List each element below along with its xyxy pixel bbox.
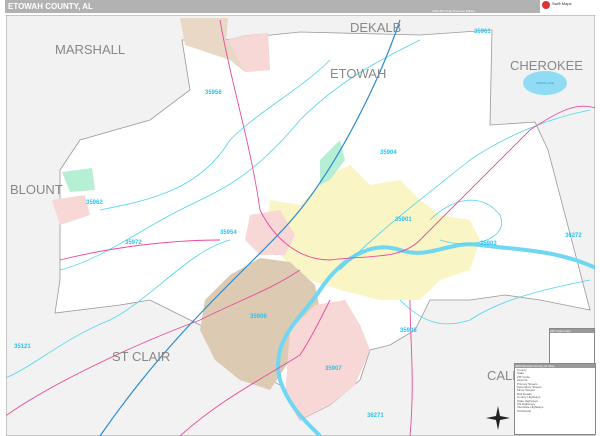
zip-label: 35962 xyxy=(86,200,103,206)
map-title: ETOWAH COUNTY, AL xyxy=(8,2,93,11)
county-label-st-clair: ST CLAIR xyxy=(112,349,170,364)
county-label-marshall: MARSHALL xyxy=(55,42,125,57)
zip-index-panel: ZIP Code Index xyxy=(549,328,595,364)
publisher-logo: Swift Maps xyxy=(540,0,595,13)
zip-label: 35905 xyxy=(400,328,417,334)
logo-icon xyxy=(542,1,550,9)
county-label-etowah: ETOWAH xyxy=(330,66,386,81)
edition-label: 2020 ZIP Code Premium Edition xyxy=(432,9,475,13)
zip-label: 35904 xyxy=(380,150,397,156)
zip-index-title: ZIP Code Index xyxy=(550,329,594,333)
zip-label: 36272 xyxy=(565,233,582,239)
county-label-dekalb: DEKALB xyxy=(350,20,401,35)
county-map[interactable]: MARSHALL DEKALB ETOWAH CHEROKEE BLOUNT S… xyxy=(6,15,595,436)
zip-label: 35903 xyxy=(480,241,497,247)
zip-label: 36271 xyxy=(367,413,384,419)
legend-row: Toll Roads xyxy=(517,408,532,413)
zip-label: 35961 xyxy=(474,29,491,35)
map-legend: 2020 Etowah County, AL Map County State … xyxy=(514,363,596,435)
zip-label: 35972 xyxy=(125,240,142,246)
zip-label: 35121 xyxy=(14,344,31,350)
zip-label: 35956 xyxy=(205,90,222,96)
county-label-cherokee: CHEROKEE xyxy=(510,58,583,73)
county-label-blount: BLOUNT xyxy=(10,182,63,197)
map-header: ETOWAH COUNTY, AL 2020 ZIP Code Premium … xyxy=(5,0,595,13)
zip-label: 35901 xyxy=(395,217,412,223)
lake-label: WEISS LAKE xyxy=(536,81,554,85)
logo-text: Swift Maps xyxy=(552,1,572,6)
zip-label: 35906 xyxy=(250,314,267,320)
zip-label: 35954 xyxy=(220,230,237,236)
zip-label: 35907 xyxy=(325,366,342,372)
